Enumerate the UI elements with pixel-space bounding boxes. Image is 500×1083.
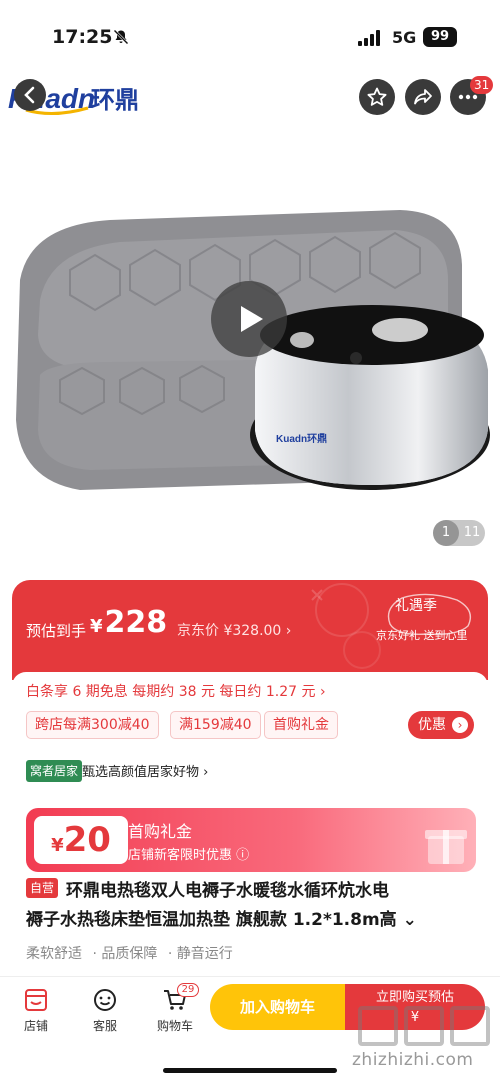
share-button[interactable]: [405, 79, 441, 115]
add-to-cart-button[interactable]: 加入购物车: [210, 984, 345, 1030]
watermark-logo: [358, 1006, 398, 1046]
self-operated-tag: 自营: [26, 878, 59, 898]
gallery-pager: 1 11: [433, 520, 485, 546]
new-customer-gift[interactable]: ¥20: [26, 808, 476, 872]
play-icon: [241, 306, 263, 332]
divider: [0, 976, 500, 977]
discount-button[interactable]: 优惠 ›: [408, 711, 474, 739]
cart-label: 购物车: [156, 1019, 193, 1033]
shop-description[interactable]: 甄选高颜值居家好物 ›: [82, 761, 208, 780]
pager-current: 1: [433, 520, 459, 546]
store-label: 店铺: [23, 1019, 48, 1033]
gift-box-icon: [425, 830, 467, 864]
favorite-button[interactable]: [359, 79, 395, 115]
store-icon: [25, 989, 47, 1011]
message-badge: 31: [470, 76, 494, 94]
service-tab[interactable]: 客服: [80, 987, 130, 1034]
feature-list: 柔软舒适 · 品质保障 · 静音运行: [26, 943, 239, 963]
chevron-right-icon: ›: [452, 717, 468, 733]
gift-season-title: 礼遇季: [395, 598, 437, 614]
signal-icon: [358, 30, 380, 46]
watermark-logo: [404, 1006, 444, 1046]
gift-amount: ¥20: [34, 816, 128, 864]
gift-amount-value: 20: [63, 820, 111, 860]
currency-symbol: ¥: [51, 835, 64, 856]
product-title: 环鼎电热毯双人电褥子水暖毯水循环炕水电: [66, 881, 389, 901]
status-time: 17:25: [52, 26, 113, 48]
est-price-label: 预估到手: [26, 622, 87, 640]
coupon-tag[interactable]: 首购礼金: [264, 711, 338, 739]
store-tab[interactable]: 店铺: [11, 987, 61, 1034]
gift-title: 首购礼金: [128, 822, 193, 841]
home-indicator: [163, 1068, 337, 1073]
play-video-button[interactable]: [211, 281, 287, 357]
pager-total: 11: [463, 525, 481, 540]
gift-season-sub: 京东好礼 送到心里: [376, 629, 468, 642]
jd-price[interactable]: 京东价 ¥328.00 ›: [177, 620, 291, 640]
product-title-continued[interactable]: 褥子水热毯床垫恒温加热垫 旗舰款 1.2*1.8m高 ⌄: [26, 905, 417, 930]
share-icon: [414, 89, 432, 105]
network-label: 5G: [392, 28, 417, 47]
feature-item: 柔软舒适: [26, 946, 82, 962]
svg-text:环鼎: 环鼎: [91, 86, 139, 114]
feature-item: · 静音运行: [167, 946, 233, 962]
product-logo: Kuadn环鼎: [276, 434, 328, 445]
customer-service-icon: [94, 989, 116, 1011]
est-price: ¥228: [90, 605, 167, 640]
coupon-tag[interactable]: 满159减40: [170, 711, 261, 739]
status-bar: 17:25 5G 99: [0, 0, 500, 60]
installment-info[interactable]: 白条享 6 期免息 每期约 38 元 每日约 1.27 元 ›: [26, 681, 326, 701]
cart-count-badge: 29: [177, 983, 199, 997]
coupon-tag[interactable]: 跨店每满300减40: [26, 711, 159, 739]
star-icon: [367, 87, 387, 106]
price-banner: 预估到手 ¥228 京东价 ¥328.00 › 礼遇季 京东好礼 送到心里: [12, 580, 488, 680]
back-icon: [14, 79, 46, 111]
back-button[interactable]: [14, 79, 46, 111]
service-label: 客服: [92, 1019, 117, 1033]
battery-indicator: 99: [423, 27, 457, 47]
currency-symbol: ¥: [90, 616, 103, 637]
watermark-logo: [450, 1006, 490, 1046]
bell-muted-icon: [113, 29, 129, 45]
feature-item: · 品质保障: [92, 946, 158, 962]
buy-now-label: 立即购买预估: [375, 990, 454, 1005]
discount-label: 优惠: [418, 717, 446, 733]
est-price-value: 228: [104, 605, 168, 640]
gift-subtitle: 店铺新客限时优惠 ⓘ: [128, 848, 250, 863]
shop-tag: 窝者居家: [26, 760, 83, 782]
watermark-text: zhizhizhi.com: [352, 1050, 474, 1070]
